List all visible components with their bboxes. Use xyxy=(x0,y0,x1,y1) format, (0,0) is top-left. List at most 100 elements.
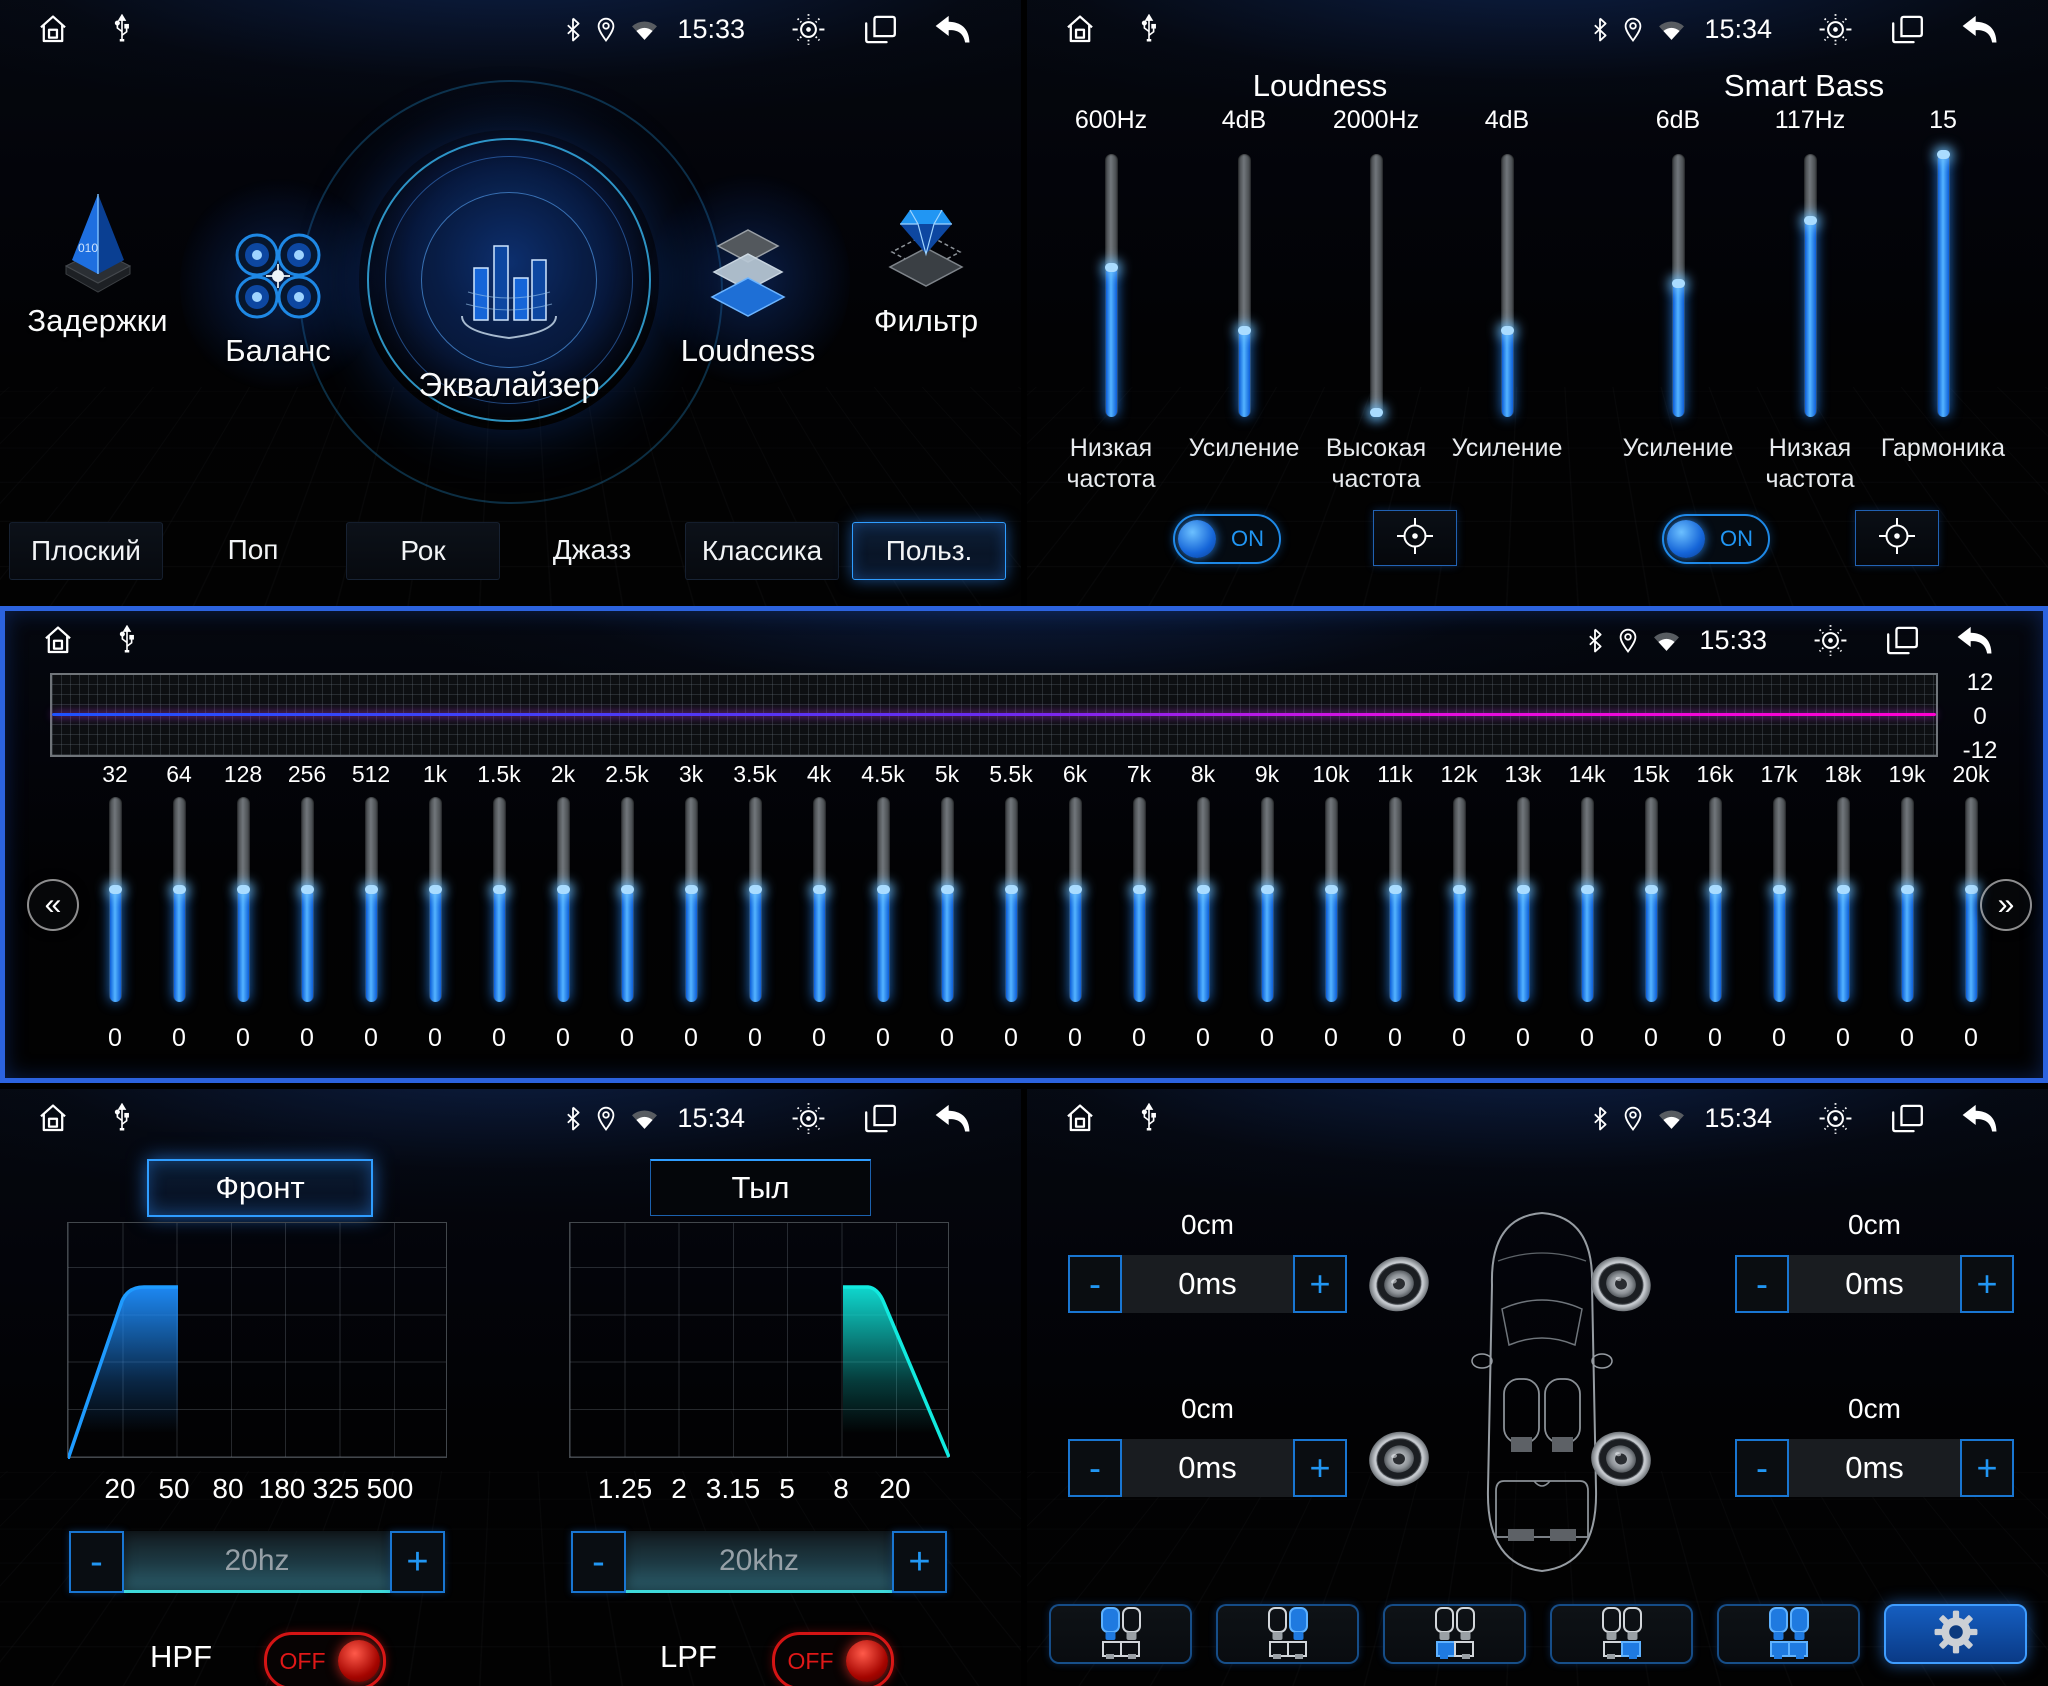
slider-fill xyxy=(174,889,185,1002)
delay-plus-button[interactable]: + xyxy=(1960,1439,2014,1497)
delay-plus-button[interactable]: + xyxy=(1293,1255,1347,1313)
tab-rear[interactable]: Тыл xyxy=(650,1159,871,1216)
scroll-left-button[interactable]: « xyxy=(27,879,79,931)
recent-apps-icon[interactable] xyxy=(864,14,897,45)
lpf-toggle[interactable]: OFF xyxy=(772,1632,894,1686)
brightness-icon[interactable] xyxy=(1817,1100,1854,1137)
scroll-right-button[interactable]: » xyxy=(1980,879,2032,931)
back-icon[interactable] xyxy=(1961,14,1998,45)
band-slider[interactable] xyxy=(685,797,698,1002)
hpf-frequency-value[interactable]: 20hz xyxy=(124,1531,390,1593)
band-slider[interactable] xyxy=(1773,797,1786,1002)
loudness-target-button[interactable] xyxy=(1373,510,1457,566)
band-slider[interactable] xyxy=(1645,797,1658,1002)
lpf-frequency-value[interactable]: 20khz xyxy=(626,1531,892,1593)
lpf-plus-button[interactable]: + xyxy=(892,1531,947,1593)
preset-tab-4[interactable]: Джазз xyxy=(516,522,668,578)
band-slider[interactable] xyxy=(1325,797,1338,1002)
position-button-all-seats[interactable] xyxy=(1717,1604,1860,1664)
back-icon[interactable] xyxy=(934,1103,971,1134)
slider-track[interactable] xyxy=(1672,154,1685,417)
smart-bass-toggle[interactable]: ON xyxy=(1662,514,1770,564)
band-slider[interactable] xyxy=(173,797,186,1002)
band-slider[interactable] xyxy=(1517,797,1530,1002)
band-slider[interactable] xyxy=(813,797,826,1002)
menu-item-balance[interactable]: Баланс xyxy=(208,224,348,369)
band-slider[interactable] xyxy=(1005,797,1018,1002)
lpf-minus-button[interactable]: - xyxy=(571,1531,626,1593)
hpf-minus-button[interactable]: - xyxy=(69,1531,124,1593)
tab-front[interactable]: Фронт xyxy=(147,1159,373,1217)
delay-plus-button[interactable]: + xyxy=(1293,1439,1347,1497)
home-button[interactable] xyxy=(1063,1101,1097,1135)
delay-minus-button[interactable]: - xyxy=(1735,1439,1789,1497)
band-slider[interactable] xyxy=(429,797,442,1002)
home-button[interactable] xyxy=(1063,12,1097,46)
slider-track[interactable] xyxy=(1804,154,1817,417)
band-slider[interactable] xyxy=(365,797,378,1002)
band-slider[interactable] xyxy=(557,797,570,1002)
band-slider[interactable] xyxy=(1389,797,1402,1002)
band-slider[interactable] xyxy=(749,797,762,1002)
slider-track[interactable] xyxy=(1937,154,1950,417)
preset-tab-2[interactable]: Поп xyxy=(177,522,329,578)
loudness-toggle[interactable]: ON xyxy=(1173,514,1281,564)
position-button-rear-left-seat[interactable] xyxy=(1383,1604,1526,1664)
band-slider[interactable] xyxy=(1901,797,1914,1002)
hpf-toggle[interactable]: OFF xyxy=(264,1632,386,1686)
band-slider[interactable] xyxy=(493,797,506,1002)
menu-item-filter[interactable]: Фильтр xyxy=(856,188,996,339)
smart-bass-target-button[interactable] xyxy=(1855,510,1939,566)
band-slider[interactable] xyxy=(1709,797,1722,1002)
band-slider[interactable] xyxy=(877,797,890,1002)
menu-item-loudness[interactable]: Loudness xyxy=(678,220,818,369)
preset-tab-5[interactable]: Классика xyxy=(685,522,839,580)
position-button-front-left-seat[interactable] xyxy=(1049,1604,1192,1664)
back-icon[interactable] xyxy=(934,14,971,45)
menu-item-delays[interactable]: 010 Задержки xyxy=(25,186,170,339)
preset-tab-3[interactable]: Рок xyxy=(346,522,500,580)
slider-track[interactable] xyxy=(1238,154,1251,417)
preset-tab-6[interactable]: Польз. xyxy=(852,522,1006,580)
recent-apps-icon[interactable] xyxy=(1891,14,1924,45)
band-slider[interactable] xyxy=(941,797,954,1002)
band-slider[interactable] xyxy=(1453,797,1466,1002)
slider-fill xyxy=(430,889,441,1002)
delay-plus-button[interactable]: + xyxy=(1960,1255,2014,1313)
home-button[interactable] xyxy=(41,623,75,657)
delay-minus-button[interactable]: - xyxy=(1068,1439,1122,1497)
slider-track[interactable] xyxy=(1370,154,1383,417)
position-button-front-right-seat[interactable] xyxy=(1216,1604,1359,1664)
recent-apps-icon[interactable] xyxy=(864,1103,897,1134)
brightness-icon[interactable] xyxy=(1812,622,1849,659)
recent-apps-icon[interactable] xyxy=(1891,1103,1924,1134)
position-button-rear-right-seat[interactable] xyxy=(1550,1604,1693,1664)
delay-minus-button[interactable]: - xyxy=(1068,1255,1122,1313)
band-slider[interactable] xyxy=(1069,797,1082,1002)
slider-track[interactable] xyxy=(1501,154,1514,417)
band-slider[interactable] xyxy=(109,797,122,1002)
band-slider[interactable] xyxy=(1965,797,1978,1002)
band-slider[interactable] xyxy=(301,797,314,1002)
band-slider[interactable] xyxy=(237,797,250,1002)
slider-track[interactable] xyxy=(1105,154,1118,417)
delay-minus-button[interactable]: - xyxy=(1735,1255,1789,1313)
preset-tab-1[interactable]: Плоский xyxy=(9,522,163,580)
band-slider[interactable] xyxy=(1581,797,1594,1002)
home-button[interactable] xyxy=(36,1101,70,1135)
band-slider[interactable] xyxy=(621,797,634,1002)
band-slider[interactable] xyxy=(1261,797,1274,1002)
band-slider[interactable] xyxy=(1837,797,1850,1002)
back-icon[interactable] xyxy=(1961,1103,1998,1134)
position-button-settings[interactable] xyxy=(1884,1604,2027,1664)
home-button[interactable] xyxy=(36,12,70,46)
recent-apps-icon[interactable] xyxy=(1886,625,1919,656)
brightness-icon[interactable] xyxy=(790,1100,827,1137)
brightness-icon[interactable] xyxy=(1817,11,1854,48)
band-slider[interactable] xyxy=(1197,797,1210,1002)
band-frequency: 5.5k xyxy=(989,761,1032,789)
band-slider[interactable] xyxy=(1133,797,1146,1002)
brightness-icon[interactable] xyxy=(790,11,827,48)
hpf-plus-button[interactable]: + xyxy=(390,1531,445,1593)
back-icon[interactable] xyxy=(1956,625,1993,656)
